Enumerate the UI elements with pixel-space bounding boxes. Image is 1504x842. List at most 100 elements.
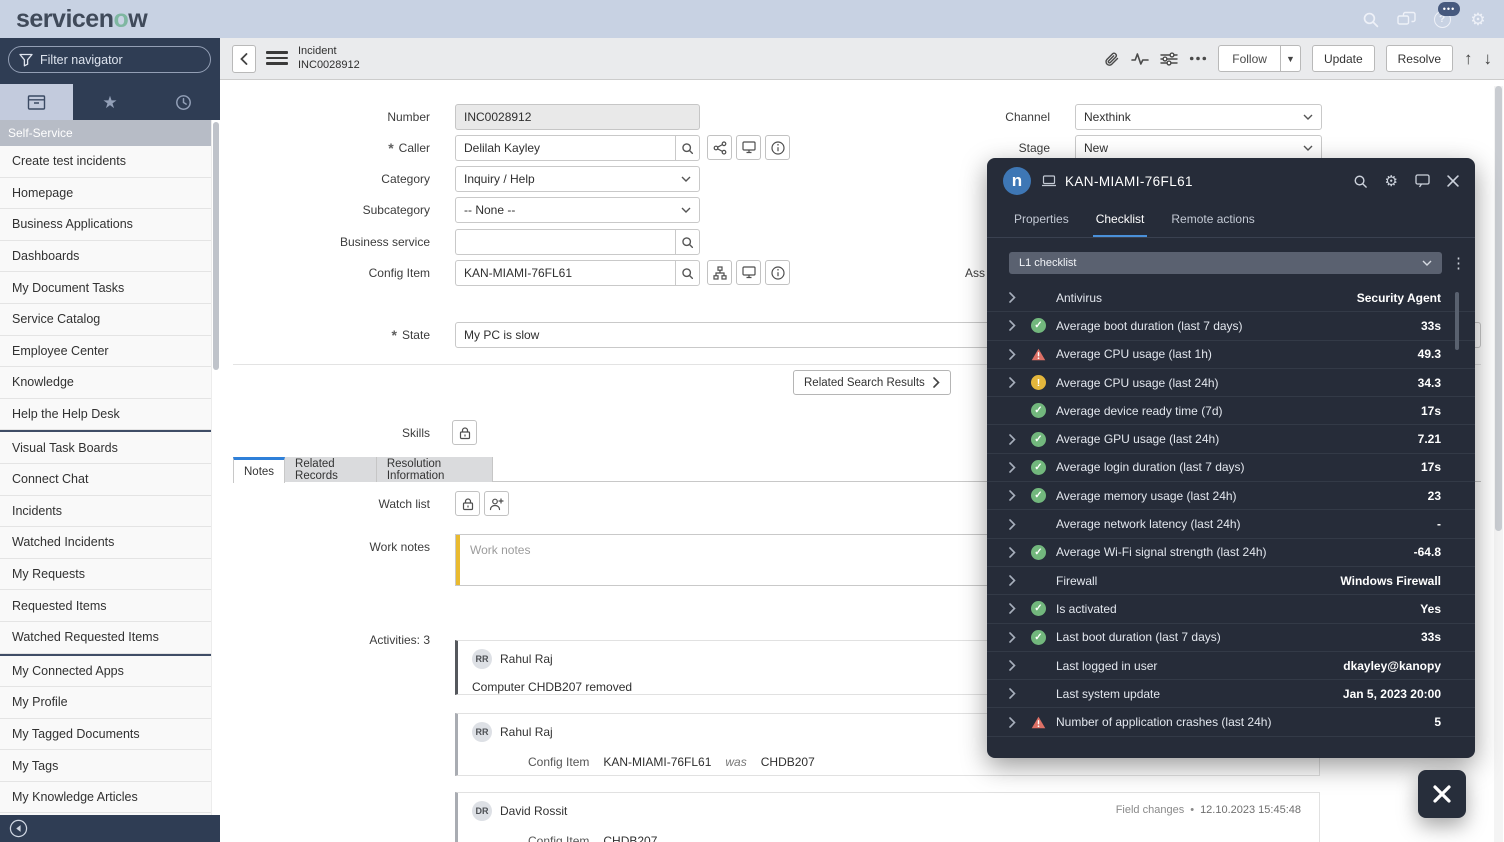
context-menu-icon[interactable] — [266, 51, 288, 65]
help-icon[interactable]: ? ••• — [1432, 9, 1452, 29]
checklist-row[interactable]: Average CPU usage (last 1h) 49.3 — [987, 341, 1475, 369]
config-item-info-icon[interactable] — [765, 260, 790, 285]
checklist-row[interactable]: ✓ Average device ready time (7d) 17s — [987, 397, 1475, 425]
channel-select[interactable]: Nexthink — [1075, 104, 1322, 130]
chevron-right-icon[interactable] — [1009, 632, 1025, 643]
sidebar-item-visual-task-boards[interactable]: Visual Task Boards — [0, 432, 211, 464]
tab-all-applications[interactable] — [0, 84, 73, 120]
tab-notes[interactable]: Notes — [233, 457, 285, 483]
collapse-sidebar-icon[interactable] — [9, 819, 28, 838]
panel-scrollbar-thumb[interactable] — [1455, 292, 1459, 350]
config-item-device-icon[interactable] — [736, 260, 761, 285]
panel-search-icon[interactable] — [1353, 174, 1368, 189]
sidebar-item-knowledge[interactable]: Knowledge — [0, 367, 211, 399]
chevron-right-icon[interactable] — [1009, 349, 1025, 360]
chevron-right-icon[interactable] — [1009, 660, 1025, 671]
caller-connections-icon[interactable] — [707, 135, 732, 160]
checklist-row[interactable]: Firewall Windows Firewall — [987, 567, 1475, 595]
tab-remote-actions[interactable]: Remote actions — [1171, 212, 1254, 237]
checklist-row[interactable]: ✓ Average GPU usage (last 24h) 7.21 — [987, 425, 1475, 453]
sidebar-scrollbar-thumb[interactable] — [213, 122, 219, 370]
skills-lock-icon[interactable] — [452, 420, 477, 445]
checklist-row[interactable]: ✓ Average login duration (last 7 days) 1… — [987, 454, 1475, 482]
checklist-row[interactable]: ! Average CPU usage (last 24h) 34.3 — [987, 369, 1475, 397]
chevron-right-icon[interactable] — [1009, 575, 1025, 586]
category-select[interactable]: Inquiry / Help — [455, 166, 700, 192]
sidebar-item-incidents[interactable]: Incidents — [0, 496, 211, 528]
sidebar-item-my-profile[interactable]: My Profile — [0, 687, 211, 719]
checklist-row[interactable]: ✓ Average Wi-Fi signal strength (last 24… — [987, 539, 1475, 567]
config-item-lookup-icon[interactable] — [675, 260, 700, 286]
global-search-icon[interactable] — [1360, 9, 1380, 29]
tab-properties[interactable]: Properties — [1014, 212, 1069, 237]
attachment-paperclip-icon[interactable] — [1104, 51, 1120, 67]
sidebar-item-my-tagged-documents[interactable]: My Tagged Documents — [0, 719, 211, 751]
sidebar-item-my-tags[interactable]: My Tags — [0, 750, 211, 782]
checklist-row[interactable]: Last system update Jan 5, 2023 20:00 — [987, 680, 1475, 708]
caller-device-icon[interactable] — [736, 135, 761, 160]
checklist-row[interactable]: ✓ Last boot duration (last 7 days) 33s — [987, 624, 1475, 652]
caller-field[interactable] — [455, 135, 675, 161]
watch-list-add-person-icon[interactable] — [484, 491, 509, 516]
chevron-right-icon[interactable] — [1009, 434, 1025, 445]
chevron-right-icon[interactable] — [1009, 547, 1025, 558]
sidebar-item-homepage[interactable]: Homepage — [0, 178, 211, 210]
caller-info-icon[interactable] — [765, 135, 790, 160]
sidebar-item-connect-chat[interactable]: Connect Chat — [0, 464, 211, 496]
tab-favorites[interactable]: ★ — [73, 84, 146, 120]
business-service-field[interactable] — [455, 229, 675, 255]
checklist-row[interactable]: Number of application crashes (last 24h)… — [987, 708, 1475, 736]
checklist-row[interactable]: Average network latency (last 24h) - — [987, 510, 1475, 538]
nexthink-collapse-button[interactable] — [1418, 770, 1466, 818]
sidebar-item-watched-incidents[interactable]: Watched Incidents — [0, 527, 211, 559]
sidebar-item-service-catalog[interactable]: Service Catalog — [0, 304, 211, 336]
chevron-right-icon[interactable] — [1009, 490, 1025, 501]
previous-record-icon[interactable]: ↑ — [1464, 49, 1473, 69]
follow-dropdown-arrow[interactable]: ▼ — [1281, 45, 1301, 72]
sidebar-item-my-requests[interactable]: My Requests — [0, 559, 211, 591]
checklist-row[interactable]: ✓ Average memory usage (last 24h) 23 — [987, 482, 1475, 510]
sidebar-item-my-knowledge-articles[interactable]: My Knowledge Articles — [0, 782, 211, 814]
sidebar-item-create-test-incidents[interactable]: Create test incidents — [0, 146, 211, 178]
follow-button[interactable]: Follow — [1218, 45, 1281, 72]
checklist-kebab-icon[interactable]: ⋮ — [1451, 254, 1463, 272]
sidebar-item-employee-center[interactable]: Employee Center — [0, 336, 211, 368]
tab-resolution-information[interactable]: Resolution Information — [377, 457, 493, 482]
chevron-right-icon[interactable] — [1009, 519, 1025, 530]
tab-checklist[interactable]: Checklist — [1096, 212, 1145, 237]
personalize-form-icon[interactable] — [1160, 52, 1178, 66]
tab-history[interactable] — [147, 84, 220, 120]
chevron-right-icon[interactable] — [1009, 462, 1025, 473]
chevron-right-icon[interactable] — [1009, 603, 1025, 614]
sidebar-item-dashboards[interactable]: Dashboards — [0, 241, 211, 273]
caller-lookup-icon[interactable] — [675, 135, 700, 161]
panel-settings-icon[interactable]: ⚙ — [1385, 174, 1398, 189]
related-search-results-button[interactable]: Related Search Results — [793, 370, 951, 395]
filter-navigator[interactable] — [8, 46, 211, 73]
sidebar-item-my-connected-apps[interactable]: My Connected Apps — [0, 656, 211, 688]
chevron-right-icon[interactable] — [1009, 292, 1025, 303]
config-item-field[interactable] — [455, 260, 675, 286]
main-scrollbar[interactable] — [1494, 86, 1503, 842]
main-scrollbar-thumb[interactable] — [1495, 86, 1502, 531]
checklist-row[interactable]: ✓ Is activated Yes — [987, 595, 1475, 623]
config-item-hierarchy-icon[interactable] — [707, 260, 732, 285]
checklist-dropdown[interactable]: L1 checklist — [1009, 252, 1442, 274]
business-service-lookup-icon[interactable] — [675, 229, 700, 255]
filter-navigator-input[interactable] — [40, 53, 200, 67]
resolve-button[interactable]: Resolve — [1386, 45, 1453, 72]
checklist-row[interactable]: Last logged in user dkayley@kanopy — [987, 652, 1475, 680]
chevron-right-icon[interactable] — [1009, 717, 1025, 728]
more-options-icon[interactable] — [1189, 56, 1207, 61]
chevron-right-icon[interactable] — [1009, 688, 1025, 699]
settings-gear-icon[interactable]: ⚙ — [1468, 9, 1488, 29]
checklist-row[interactable]: ✓ Average boot duration (last 7 days) 33… — [987, 312, 1475, 340]
sidebar-scrollbar[interactable] — [211, 120, 220, 815]
checklist-row[interactable]: Antivirus Security Agent — [987, 284, 1475, 312]
sidebar-item-my-document-tasks[interactable]: My Document Tasks — [0, 272, 211, 304]
subcategory-select[interactable]: -- None -- — [455, 197, 700, 223]
sidebar-item-requested-items[interactable]: Requested Items — [0, 590, 211, 622]
connect-chat-icon[interactable] — [1396, 9, 1416, 29]
back-button[interactable] — [232, 45, 256, 73]
sidebar-item-help-the-help-desk[interactable]: Help the Help Desk — [0, 399, 211, 431]
